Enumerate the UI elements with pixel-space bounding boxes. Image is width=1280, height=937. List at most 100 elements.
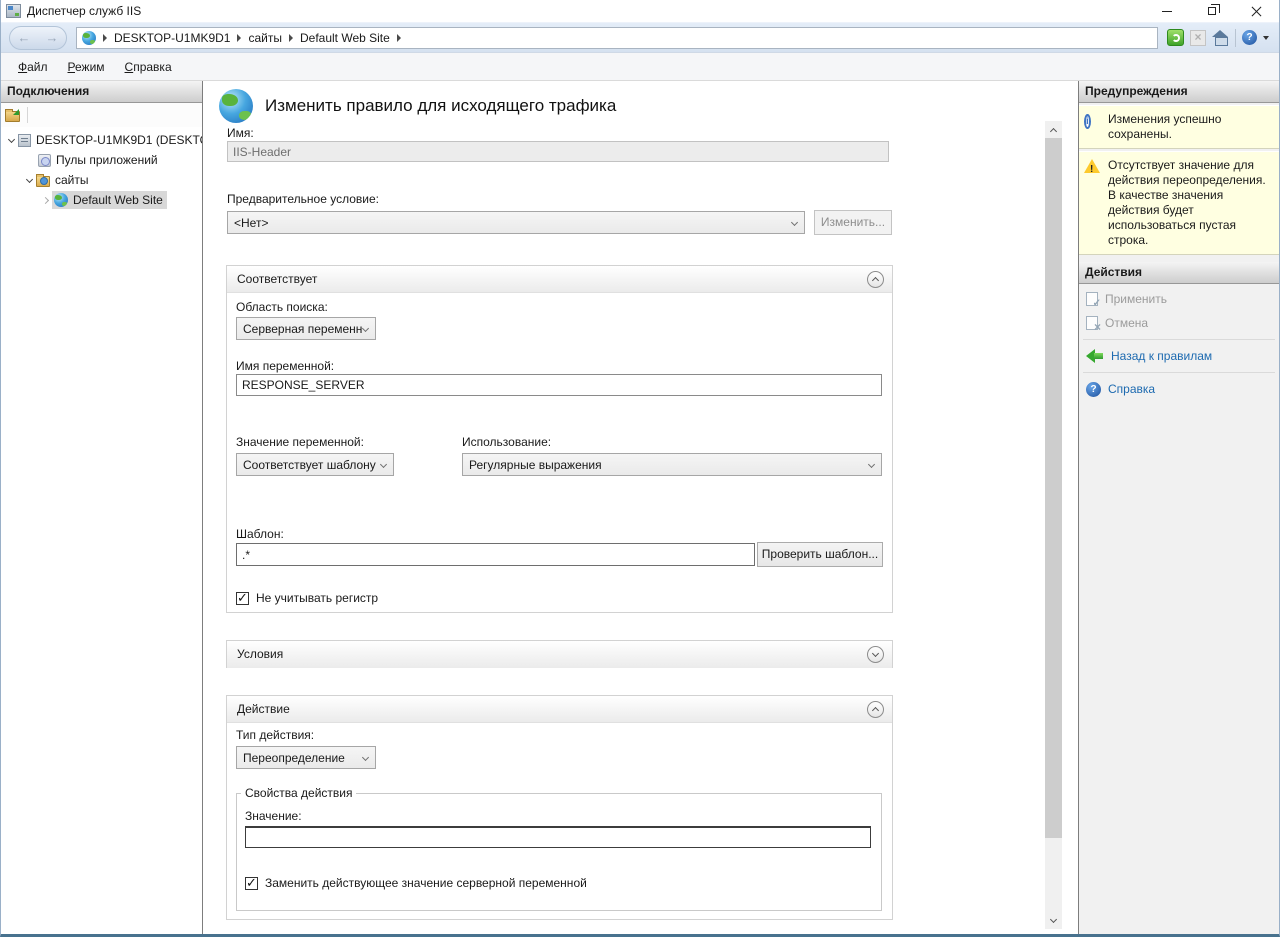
alert-warning-text: Отсутствует значение для действия переоп… (1108, 158, 1273, 248)
precondition-combobox[interactable]: <Нет> (227, 211, 805, 234)
connections-panel: Подключения DESKTOP-U1MK9D1 (DESKTOP Пул… (1, 81, 203, 934)
breadcrumb-arrow-icon (397, 34, 401, 42)
variable-name-input[interactable] (236, 374, 882, 396)
panel-gap (1079, 255, 1279, 262)
close-button[interactable] (1234, 0, 1279, 22)
selected-tree-item[interactable]: Default Web Site (52, 191, 167, 209)
minimize-icon (1162, 11, 1172, 12)
minimize-button[interactable] (1144, 0, 1189, 22)
chevron-down-icon (872, 650, 879, 657)
back-button[interactable]: ← (18, 30, 31, 45)
globe-icon (82, 31, 96, 45)
help-icon[interactable] (1242, 30, 1257, 45)
replace-value-checkbox[interactable] (245, 877, 258, 890)
apply-icon (1086, 292, 1098, 306)
match-section: Соответствует Область поиска: Серверная … (226, 265, 893, 613)
action-type-combobox[interactable]: Переопределение (236, 746, 376, 769)
variable-name-label: Имя переменной: (236, 359, 334, 373)
restore-icon (1208, 7, 1216, 15)
alerts-header: Предупреждения (1079, 81, 1279, 103)
scroll-down-arrow[interactable] (1045, 912, 1062, 929)
actions-separator (1083, 339, 1275, 340)
tree-item-default-web-site[interactable]: Default Web Site (1, 190, 202, 210)
cancel-icon (1086, 316, 1098, 330)
menu-file[interactable]: Файл (9, 56, 57, 78)
breadcrumb-server[interactable]: DESKTOP-U1MK9D1 (114, 31, 230, 45)
back-arrow-icon (1086, 349, 1104, 363)
breadcrumb-arrow-icon (289, 34, 293, 42)
connections-header: Подключения (1, 81, 202, 103)
back-to-rules-action[interactable]: Назад к правилам (1079, 346, 1279, 366)
variable-value-combobox[interactable]: Соответствует шаблону (236, 453, 394, 476)
test-pattern-button[interactable]: Проверить шаблон... (757, 542, 883, 567)
help-action[interactable]: Справка (1079, 379, 1279, 399)
breadcrumb-sites[interactable]: сайты (248, 31, 282, 45)
tree-item-label: сайты (55, 173, 89, 187)
site-globe-icon (54, 193, 68, 207)
home-icon[interactable] (1212, 30, 1229, 45)
pattern-input[interactable] (236, 543, 755, 566)
help-dropdown-caret-icon[interactable] (1263, 36, 1269, 40)
actions-header: Действия (1079, 262, 1279, 284)
edit-rule-form: Изменить правило для исходящего трафика … (203, 81, 1079, 934)
collapse-section-button[interactable] (867, 701, 884, 718)
tree-item-label: DESKTOP-U1MK9D1 (DESKTOP (36, 133, 202, 147)
apply-label: Применить (1105, 292, 1167, 306)
collapse-chevron-icon[interactable] (4, 139, 18, 142)
ignore-case-label: Не учитывать регистр (256, 591, 378, 605)
precondition-value: <Нет> (234, 216, 268, 230)
scrollbar-thumb[interactable] (1045, 138, 1062, 838)
back-to-rules-label: Назад к правилам (1111, 349, 1212, 363)
breadcrumb-arrow-icon (103, 34, 107, 42)
scroll-up-arrow[interactable] (1045, 121, 1062, 138)
conditions-section: Условия (226, 640, 893, 668)
using-combobox[interactable]: Регулярные выражения (462, 453, 882, 476)
chevron-down-icon (380, 461, 387, 468)
action-section: Действие Тип действия: Переопределение С… (226, 695, 893, 920)
tree-item-label: Default Web Site (73, 193, 163, 207)
address-toolbar: × (1167, 29, 1271, 47)
toolbar-divider (27, 107, 28, 123)
action-type-value: Переопределение (243, 751, 345, 765)
conditions-section-title: Условия (237, 647, 283, 661)
menu-help[interactable]: Справка (116, 56, 181, 78)
ignore-case-checkbox[interactable] (236, 592, 249, 605)
menu-view[interactable]: Режим (59, 56, 114, 78)
action-value-input[interactable] (245, 826, 871, 848)
expand-section-button[interactable] (867, 646, 884, 663)
forward-button[interactable]: → (46, 30, 59, 45)
tree-item-server[interactable]: DESKTOP-U1MK9D1 (DESKTOP (1, 130, 202, 150)
save-connection-icon[interactable] (5, 111, 20, 122)
vertical-scrollbar[interactable] (1045, 121, 1062, 929)
expand-chevron-icon[interactable] (38, 198, 52, 203)
breadcrumb[interactable]: DESKTOP-U1MK9D1 сайты Default Web Site (76, 27, 1158, 49)
collapse-chevron-icon[interactable] (22, 179, 36, 182)
cancel-action: Отмена (1079, 313, 1279, 333)
page-globe-icon (219, 89, 253, 123)
scope-combobox[interactable]: Серверная переменн (236, 317, 376, 340)
chevron-up-icon (872, 277, 879, 284)
connections-tree: DESKTOP-U1MK9D1 (DESKTOP Пулы приложений… (1, 127, 202, 210)
tree-item-sites[interactable]: сайты (1, 170, 202, 190)
name-input (227, 141, 889, 162)
breadcrumb-default-web-site[interactable]: Default Web Site (300, 31, 390, 45)
refresh-icon[interactable] (1167, 29, 1184, 46)
collapse-section-button[interactable] (867, 271, 884, 288)
breadcrumb-arrow-icon (237, 34, 241, 42)
name-label: Имя: (227, 126, 254, 140)
alert-warning: Отсутствует значение для действия переоп… (1079, 151, 1279, 255)
action-type-label: Тип действия: (236, 728, 314, 742)
app-icon (6, 4, 21, 18)
tree-item-app-pools[interactable]: Пулы приложений (1, 150, 202, 170)
action-properties-group: Свойства действия Значение: Заменить дей… (236, 786, 882, 911)
variable-value-label: Значение переменной: (236, 435, 364, 449)
app-pools-icon (38, 154, 51, 167)
window-controls (1144, 0, 1279, 22)
action-section-title: Действие (237, 702, 290, 716)
restore-button[interactable] (1189, 0, 1234, 22)
right-panel: Предупреждения Изменения успешно сохране… (1079, 81, 1279, 934)
address-bar: ← → DESKTOP-U1MK9D1 сайты Default Web Si… (1, 22, 1279, 52)
chevron-up-icon (872, 707, 879, 714)
alert-info: Изменения успешно сохранены. (1079, 105, 1279, 149)
chevron-down-icon (868, 461, 875, 468)
